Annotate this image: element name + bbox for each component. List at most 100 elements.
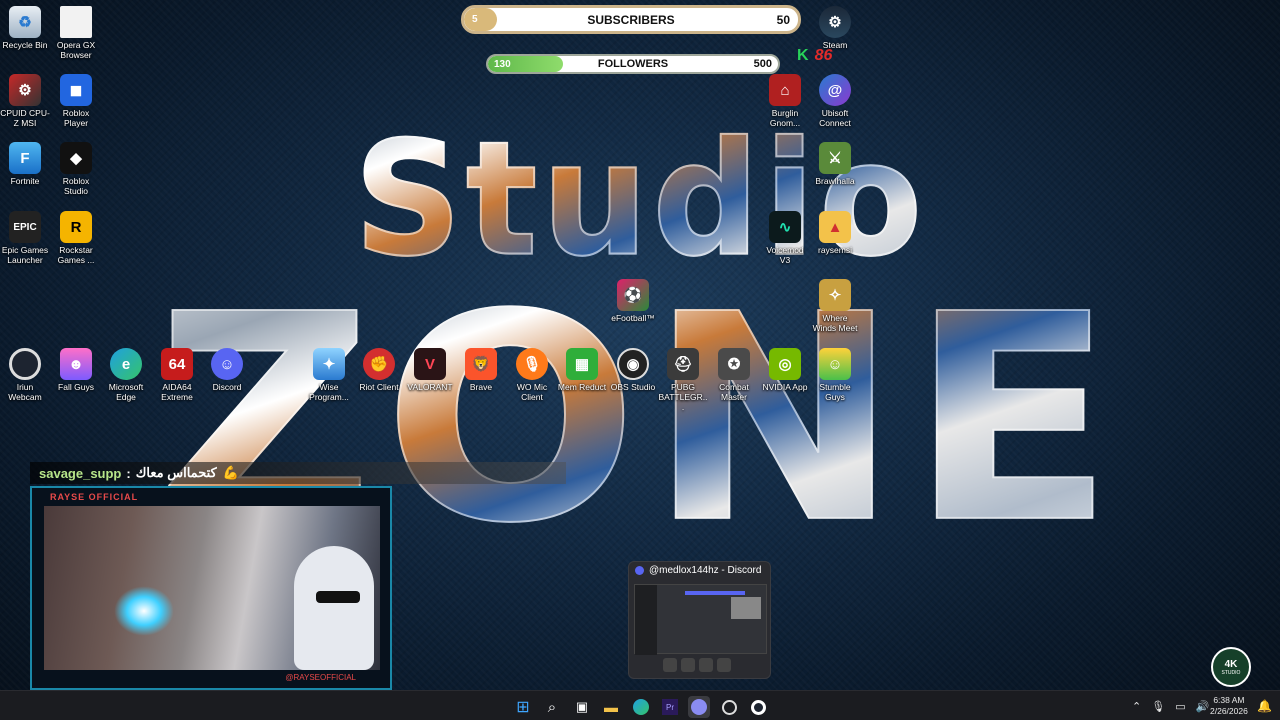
desktop-icon-roblox-player[interactable]: ◼ Roblox Player [51,74,101,128]
desktop-icon-stumble[interactable]: ☺ Stumble Guys [810,348,860,402]
desktop-icon-recycle-bin[interactable]: ♻ Recycle Bin [0,6,50,50]
chat-message-text: كتحمااس معاك [135,465,217,480]
desktop-icon-valorant[interactable]: V VALORANT [405,348,455,392]
desktop-icon-epic[interactable]: EPIC Epic Games Launcher [0,211,50,265]
edge-icon: e [110,348,142,380]
desktop-icon-pubg[interactable]: ⛑ PUBG BATTLEGR... [658,348,708,412]
desktop-icon-rockstar[interactable]: R Rockstar Games ... [51,211,101,265]
subscribers-goal-bar: 5 SUBSCRIBERS 50 [461,5,801,34]
roblox-icon: ◼ [60,74,92,106]
desktop-icon-steam[interactable]: ⚙ Steam [810,6,860,50]
search-icon[interactable]: ⌕ [541,696,563,718]
webcam-overlay-frame: RAYSE OFFICIAL @RAYSEOFFICIAL [30,486,392,690]
rockstar-icon: R [60,211,92,243]
desktop-icon-fall-guys[interactable]: ☻ Fall Guys [51,348,101,392]
followers-goal: 500 [753,58,772,70]
desktop-icon-raysemsi[interactable]: ▲ raysemsi [810,211,860,255]
followers-goal-bar: 130 FOLLOWERS 500 [486,54,780,74]
roblox-studio-label: Roblox Studio [62,176,90,196]
efootball-icon: ⚽ [617,279,649,311]
file-explorer-icon[interactable]: ▬ [600,696,622,718]
desktop-icon-edge[interactable]: e Microsoft Edge [101,348,151,402]
ubisoft-icon: @ [819,74,851,106]
voicemod-label: Voicemod V3 [766,245,804,265]
ubisoft-label: Ubisoft Connect [819,108,851,128]
microphone-icon[interactable] [681,658,695,672]
recycle-bin-icon: ♻ [9,6,41,38]
obs-label: OBS Studio [610,382,656,392]
desktop-icon-mem-reduct[interactable]: ▦ Mem Reduct [557,348,607,392]
cpuz-label: CPUID CPU-Z MSI [0,108,50,128]
desktop-icon-ubisoft[interactable]: @ Ubisoft Connect [810,74,860,128]
desktop-icon-roblox-studio[interactable]: ◆ Roblox Studio [51,142,101,196]
cam-light-blob [114,586,174,636]
gnome-icon: ⌂ [769,74,801,106]
obs-icon: ◉ [617,348,649,380]
preview-video [731,597,761,619]
desktop-icon-obs[interactable]: ◉ OBS Studio [608,348,658,392]
steam-icon: ⚙ [819,6,851,38]
wise-label: Wise Program... [309,382,349,402]
fortnite-label: Fortnite [10,176,40,186]
iriun-taskbar-icon[interactable] [747,696,769,718]
desktop-icon-wise[interactable]: ✦ Wise Program... [304,348,354,402]
desktop-icon-riot[interactable]: ✊ Riot Client [354,348,404,392]
desktop-icon-brawlhalla[interactable]: ⚔ Brawlhalla [810,142,860,186]
network-icon[interactable]: ▭ [1175,700,1185,713]
desktop-icon-discord[interactable]: ☺ Discord [202,348,252,392]
fall-guys-icon: ☻ [60,348,92,380]
rockstar-label: Rockstar Games ... [57,245,95,265]
aida64-icon: 64 [161,348,193,380]
riot-icon: ✊ [363,348,395,380]
memory-chip-icon: ▦ [566,348,598,380]
tray-date: 2/26/2026 [1210,706,1248,716]
clock[interactable]: 6:38 AM 2/26/2026 [1210,691,1248,720]
volume-icon[interactable]: 🔊 [1196,700,1210,713]
raysemsi-label: raysemsi [817,245,852,255]
start-icon[interactable]: ⊞ [512,696,534,718]
video-icon[interactable] [663,658,677,672]
folder-icon: ▲ [819,211,851,243]
preview-header: @medlox144hz - Discord [629,562,770,579]
edge-icon[interactable] [630,696,652,718]
desktop-icon-brave[interactable]: 🦁 Brave [456,348,506,392]
desktop-icon-burglin[interactable]: ⌂ Burglin Gnom... [760,74,810,128]
notification-icon[interactable]: 🔔 [1257,691,1272,720]
discord-window-preview[interactable]: @medlox144hz - Discord [628,561,771,679]
desktop-icon-wo-mic[interactable]: 🎙 WO Mic Client [507,348,557,402]
document-icon [60,6,92,38]
microphone-tray-icon[interactable]: 🎙 [1151,700,1165,713]
nvidia-icon: ◎ [769,348,801,380]
recycle-bin-label: Recycle Bin [2,40,48,50]
brave-label: Brave [469,382,493,392]
webcam-icon [9,348,41,380]
fall-guys-label: Fall Guys [58,382,94,392]
desktop-icon-fortnite[interactable]: F Fortnite [0,142,50,186]
desktop-icon-aida64[interactable]: 64 AIDA64 Extreme [152,348,202,402]
desktop-icon-combat-master[interactable]: ✪ Combat Master [709,348,759,402]
desktop-icon-cpuz[interactable]: ⚙ CPUID CPU-Z MSI [0,74,50,128]
cam-sunglasses [316,591,360,603]
desktop-icon-voicemod[interactable]: ∿ Voicemod V3 [760,211,810,265]
efootball-label: eFootball™ [611,313,655,323]
steam-label: Steam [822,40,848,50]
where-winds-label: Where Winds Meet [812,313,858,333]
desktop-icon-nvidia[interactable]: ◎ NVIDIA App [760,348,810,392]
desktop-icon-opera-gx[interactable]: Opera GX Browser [51,6,101,60]
chevron-up-icon[interactable]: ⌃ [1132,700,1141,713]
premiere-icon[interactable]: Pr [659,696,681,718]
desktop-icon-where-winds[interactable]: ✧ Where Winds Meet [810,279,860,333]
discord-taskbar-icon[interactable] [688,696,710,718]
fortnite-icon: F [9,142,41,174]
preview-sidebar [635,585,657,655]
preview-thumbnail [634,584,767,655]
desktop-icon-iriun[interactable]: Iriun Webcam [0,348,50,402]
valorant-icon: V [414,348,446,380]
task-view-icon[interactable]: ▣ [571,696,593,718]
phone-icon[interactable] [717,658,731,672]
riot-label: Riot Client [359,382,399,392]
desktop-icon-efootball[interactable]: ⚽ eFootball™ [608,279,658,323]
brawlhalla-label: Brawlhalla [815,176,855,186]
obs-taskbar-icon[interactable] [718,696,740,718]
headphones-icon[interactable] [699,658,713,672]
